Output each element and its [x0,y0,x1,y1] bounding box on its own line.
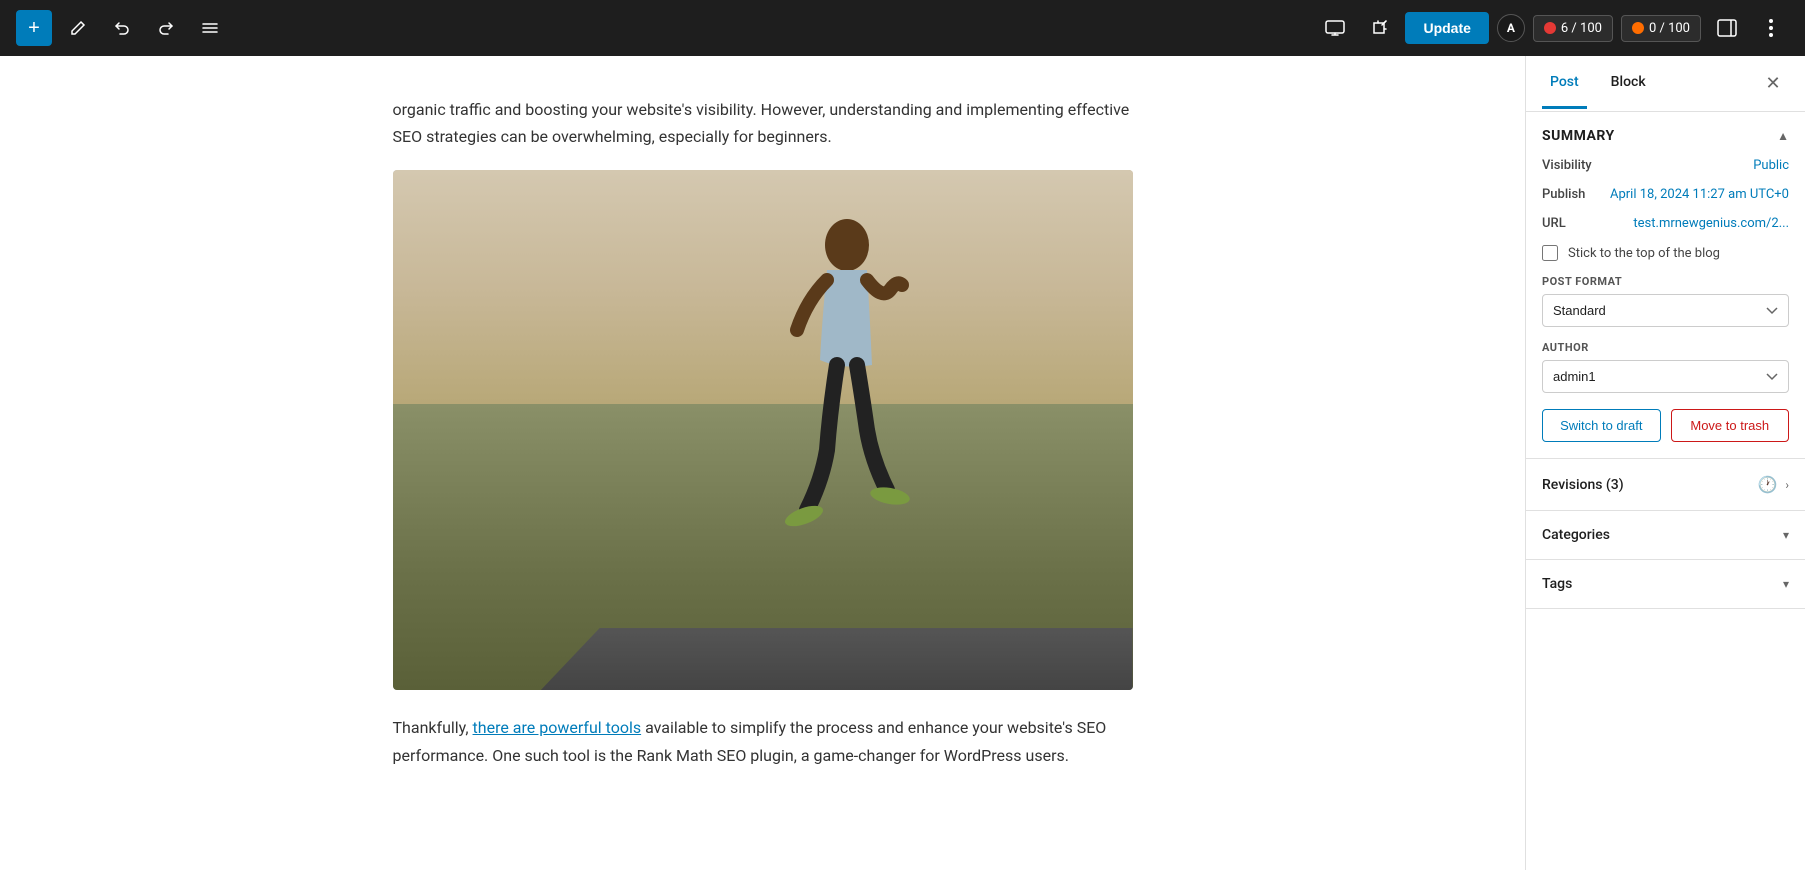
revisions-chevron-icon: › [1785,478,1789,492]
sidebar-tabs: Post Block ✕ [1526,56,1805,112]
editor-paragraph-2: Thankfully, there are powerful tools ava… [393,714,1133,768]
post-format-select[interactable]: Standard Aside Image Video [1542,294,1789,327]
revisions-clock-icon: 🕐 [1757,475,1777,494]
seo-score-value: 6 / 100 [1561,21,1602,36]
editor-content: organic traffic and boosting your websit… [393,96,1133,769]
main-layout: organic traffic and boosting your websit… [0,56,1805,870]
sidebar-toggle-button[interactable] [1709,10,1745,46]
tools-button[interactable] [192,10,228,46]
summary-section: Summary ▲ Visibility Public Publish Apri… [1526,112,1805,459]
tags-section: Tags ▾ [1526,560,1805,609]
readability-score-value: 0 / 100 [1649,21,1690,36]
post-format-label: POST FORMAT [1542,275,1789,288]
url-row: URL test.mrnewgenius.com/2... [1542,216,1789,231]
url-value[interactable]: test.mrnewgenius.com/2... [1633,216,1789,231]
switch-to-draft-button[interactable]: Switch to draft [1542,409,1661,442]
undo-button[interactable] [104,10,140,46]
move-to-trash-button[interactable]: Move to trash [1671,409,1790,442]
right-sidebar: Post Block ✕ Summary ▲ Visibility Public… [1525,56,1805,870]
author-label: AUTHOR [1542,341,1789,354]
readability-score-badge[interactable]: 0 / 100 [1621,15,1701,42]
summary-chevron-icon: ▲ [1777,129,1789,143]
summary-section-header[interactable]: Summary ▲ [1542,128,1789,144]
tags-chevron-icon: ▾ [1783,577,1789,591]
editor-paragraph-1: organic traffic and boosting your websit… [393,96,1133,150]
publish-row: Publish April 18, 2024 11:27 am UTC+0 [1542,187,1789,202]
visibility-label: Visibility [1542,158,1592,173]
stick-to-top-row: Stick to the top of the blog [1542,245,1789,261]
editor-image-block[interactable] [393,170,1133,690]
runner-svg [742,200,952,550]
readability-dot-icon [1632,22,1644,34]
categories-header[interactable]: Categories ▾ [1542,527,1789,543]
sidebar-close-button[interactable]: ✕ [1757,68,1789,100]
add-block-button[interactable]: + [16,10,52,46]
more-options-button[interactable] [1753,10,1789,46]
top-toolbar: + [0,0,1805,56]
ahrefs-badge[interactable]: A [1497,14,1525,42]
stick-to-top-checkbox[interactable] [1542,245,1558,261]
revisions-section[interactable]: Revisions (3) 🕐 › [1526,459,1805,511]
action-buttons: Switch to draft Move to trash [1542,409,1789,442]
paragraph-2-start: Thankfully, [393,718,473,737]
edit-mode-button[interactable] [60,10,96,46]
tab-block[interactable]: Block [1603,58,1654,109]
editor-area[interactable]: organic traffic and boosting your websit… [0,56,1525,870]
visibility-row: Visibility Public [1542,158,1789,173]
tags-header[interactable]: Tags ▾ [1542,576,1789,592]
publish-value[interactable]: April 18, 2024 11:27 am UTC+0 [1610,187,1789,202]
update-button[interactable]: Update [1405,12,1488,44]
visibility-value[interactable]: Public [1753,158,1789,173]
author-select[interactable]: admin1 [1542,360,1789,393]
seo-dot-icon [1544,22,1556,34]
revisions-label: Revisions (3) [1542,477,1624,493]
seo-score-badge[interactable]: 6 / 100 [1533,15,1613,42]
preview-button[interactable] [1361,10,1397,46]
categories-title: Categories [1542,527,1610,543]
summary-title: Summary [1542,128,1615,144]
desktop-view-button[interactable] [1317,10,1353,46]
redo-button[interactable] [148,10,184,46]
road-layer [541,628,1133,690]
paragraph-2-link[interactable]: there are powerful tools [473,718,642,737]
revisions-right: 🕐 › [1757,475,1789,494]
publish-label: Publish [1542,187,1585,202]
tab-post[interactable]: Post [1542,58,1587,109]
categories-chevron-icon: ▾ [1783,528,1789,542]
tags-title: Tags [1542,576,1572,592]
stick-to-top-label[interactable]: Stick to the top of the blog [1568,246,1720,261]
categories-section: Categories ▾ [1526,511,1805,560]
url-label: URL [1542,216,1566,231]
